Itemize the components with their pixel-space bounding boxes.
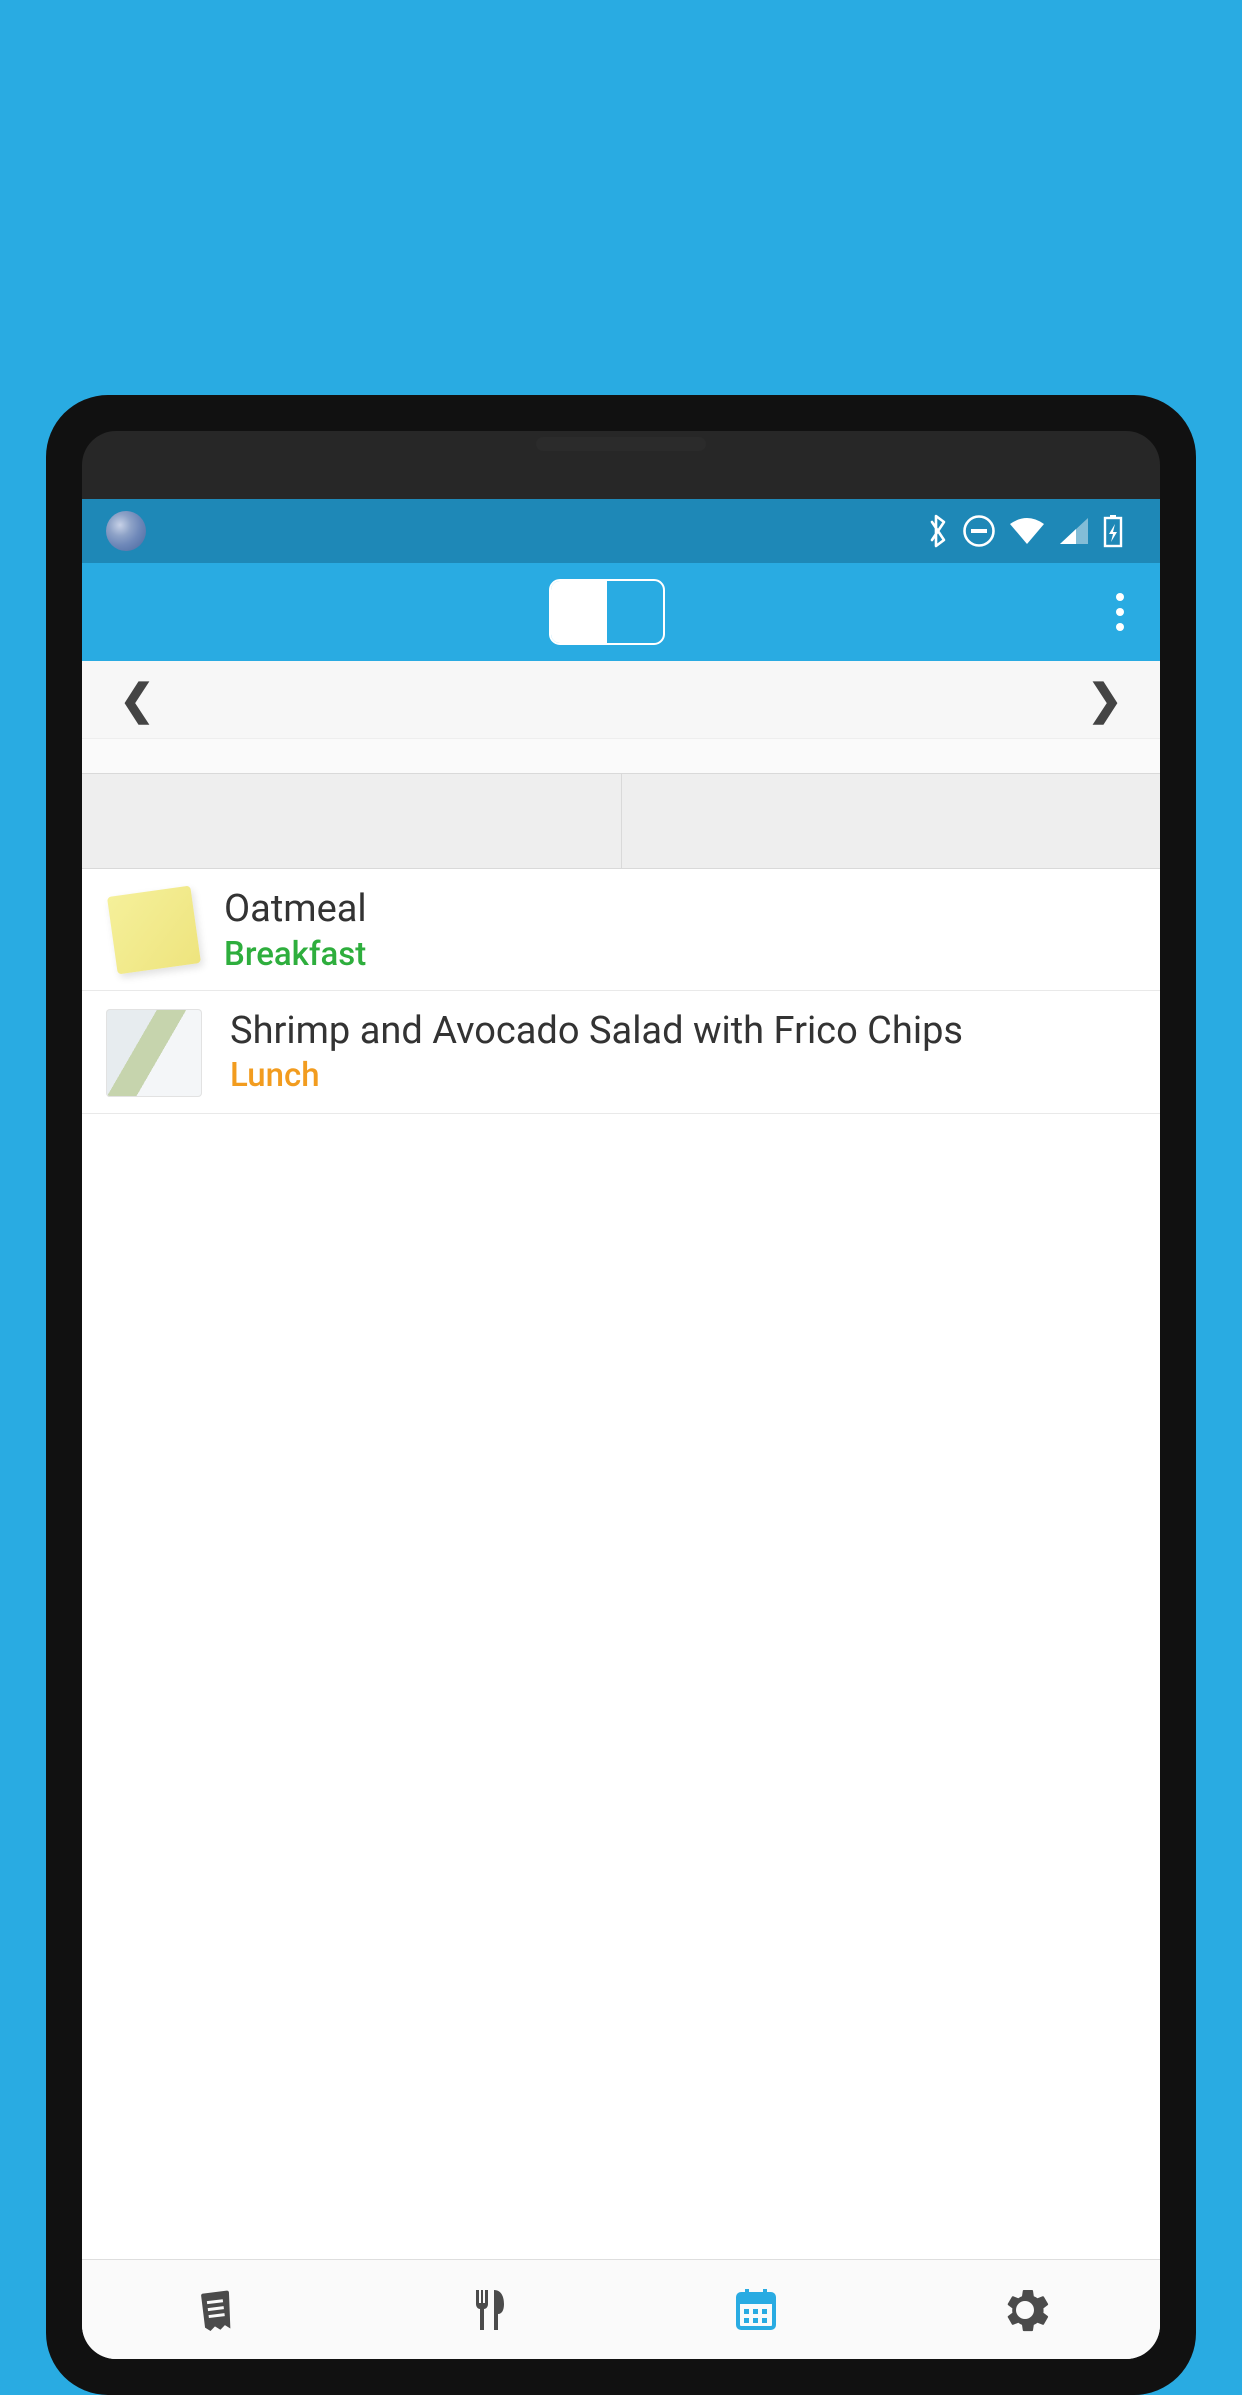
bluetooth-icon xyxy=(926,513,950,549)
meal-title: Shrimp and Avocado Salad with Frico Chip… xyxy=(230,1009,1136,1055)
bottom-nav xyxy=(82,2259,1160,2359)
next-month-button[interactable]: ❯ xyxy=(1080,675,1130,725)
meal-type: Lunch xyxy=(230,1056,1136,1095)
calendar-grid xyxy=(82,763,1160,773)
nav-settings-button[interactable] xyxy=(891,2260,1161,2359)
nav-recipes-button[interactable] xyxy=(352,2260,622,2359)
receipt-icon xyxy=(191,2284,243,2336)
device-speaker xyxy=(536,437,706,451)
tab-calendar[interactable] xyxy=(551,581,607,643)
status-bar xyxy=(82,499,1160,563)
add-recipe-button[interactable] xyxy=(82,774,621,868)
app-bar xyxy=(82,563,1160,661)
meal-photo xyxy=(106,1009,202,1097)
meal-title: Oatmeal xyxy=(224,887,1136,933)
gear-icon xyxy=(998,2283,1052,2337)
status-app-icon xyxy=(106,511,146,551)
note-icon xyxy=(107,886,201,975)
list-item[interactable]: Shrimp and Avocado Salad with Frico Chip… xyxy=(82,991,1160,1114)
view-toggle xyxy=(549,579,665,645)
meal-body: Shrimp and Avocado Salad with Frico Chip… xyxy=(230,1009,1136,1096)
tab-list[interactable] xyxy=(607,581,663,643)
prev-month-button[interactable]: ❮ xyxy=(112,675,162,725)
nav-calendar-button[interactable] xyxy=(621,2260,891,2359)
calendar-icon xyxy=(730,2284,782,2336)
meal-type: Breakfast xyxy=(224,935,1136,974)
nav-list-button[interactable] xyxy=(82,2260,352,2359)
action-row xyxy=(82,773,1160,869)
list-item[interactable]: OatmealBreakfast xyxy=(82,869,1160,991)
battery-icon xyxy=(1102,514,1124,548)
day-headers xyxy=(82,739,1160,763)
signal-icon xyxy=(1058,516,1090,546)
add-note-button[interactable] xyxy=(621,774,1161,868)
overflow-menu-button[interactable] xyxy=(1098,582,1142,642)
meal-list: OatmealBreakfast Shrimp and Avocado Salad… xyxy=(82,869,1160,2259)
wifi-icon xyxy=(1008,516,1046,546)
meal-body: OatmealBreakfast xyxy=(224,887,1136,974)
promo-headline xyxy=(0,0,1242,45)
month-nav: ❮ ❯ xyxy=(82,661,1160,739)
utensils-icon xyxy=(460,2284,512,2336)
dnd-icon xyxy=(962,514,996,548)
device-frame: ❮ ❯ OatmealBreakfast Shrimp and Avocado S… xyxy=(46,395,1196,2395)
